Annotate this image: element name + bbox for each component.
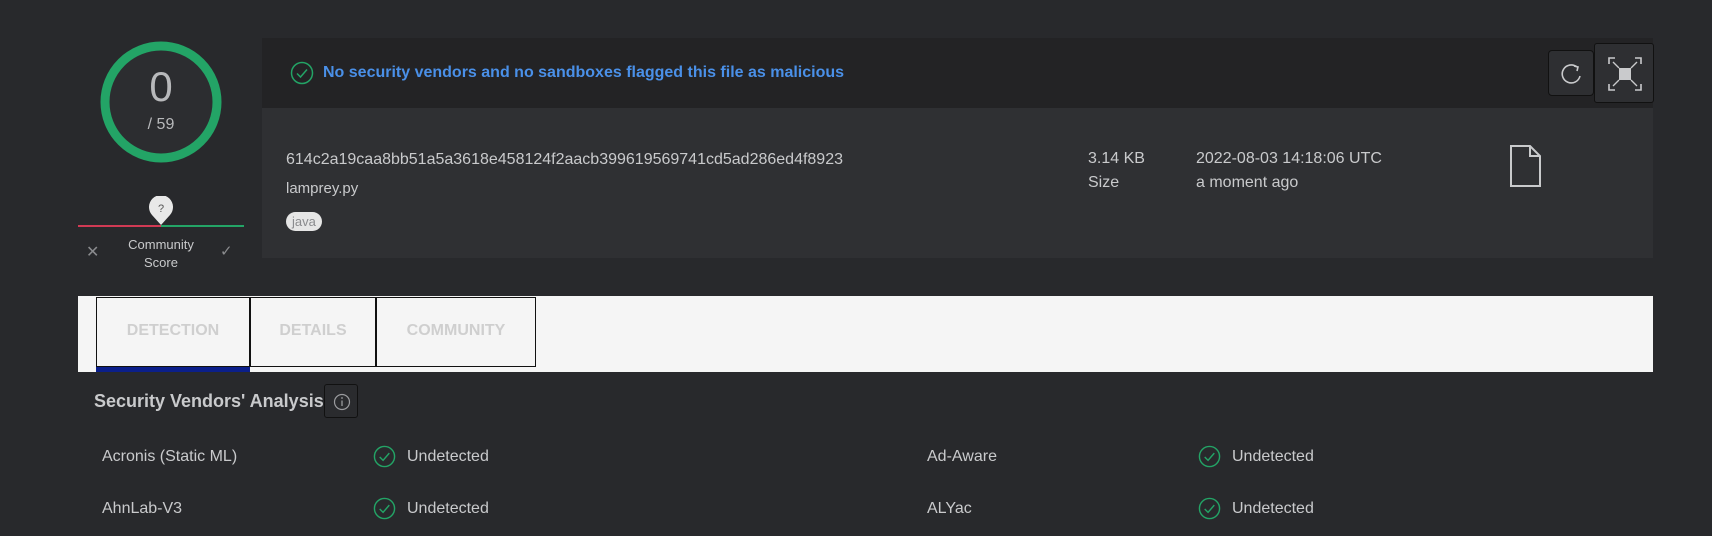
vendor-status: Undetected <box>1232 500 1314 517</box>
detection-score: 0 / 59 <box>97 38 225 166</box>
close-icon[interactable]: ✕ <box>86 242 99 262</box>
refresh-icon <box>1561 64 1581 84</box>
file-size-label: Size <box>1088 174 1120 191</box>
check-circle-icon <box>373 445 396 468</box>
info-icon <box>333 393 351 411</box>
vendor-name: Ad-Aware <box>927 448 997 465</box>
vendor-name: AhnLab-V3 <box>102 500 183 517</box>
active-tab-indicator <box>96 367 250 372</box>
check-circle-icon <box>1198 445 1221 468</box>
info-button[interactable] <box>324 384 358 418</box>
score-value: 0 <box>149 63 173 110</box>
file-tag[interactable]: java <box>286 212 322 231</box>
vendor-name: ALYac <box>927 500 972 517</box>
check-icon[interactable]: ✓ <box>220 242 233 260</box>
community-score: ? ✕ Community Score ✓ <box>78 196 244 272</box>
check-circle-icon <box>373 497 396 520</box>
summary-header: No security vendors and no sandboxes fla… <box>262 38 1654 108</box>
community-marker-icon: ? <box>149 196 173 225</box>
graph-button[interactable] <box>1594 43 1654 103</box>
score-total: / 59 <box>147 116 175 133</box>
tab-details[interactable]: DETAILS <box>250 297 376 367</box>
svg-text:?: ? <box>158 203 164 215</box>
check-circle-icon <box>1198 497 1221 520</box>
file-size: 3.14 KB <box>1088 150 1145 167</box>
community-score-label: Community Score <box>128 237 194 270</box>
reanalyze-button[interactable] <box>1548 50 1594 96</box>
tab-bar: DETECTION DETAILS COMMUNITY <box>78 296 1653 372</box>
analysis-date-relative: a moment ago <box>1196 174 1299 191</box>
graph-icon <box>1608 57 1642 91</box>
file-hash[interactable]: 614c2a19caa8bb51a5a3618e458124f2aacb3996… <box>286 151 843 169</box>
analysis-date: 2022-08-03 14:18:06 UTC <box>1196 150 1382 167</box>
file-name: lamprey.py <box>286 180 359 197</box>
vendor-name: Acronis (Static ML) <box>102 448 238 465</box>
verdict-message: No security vendors and no sandboxes fla… <box>323 64 845 81</box>
vendor-status: Undetected <box>1232 448 1314 465</box>
vendor-status: Undetected <box>407 500 489 517</box>
vendor-status: Undetected <box>407 448 489 465</box>
section-title: Security Vendors' Analysis <box>94 391 324 411</box>
tab-community[interactable]: COMMUNITY <box>376 297 536 367</box>
check-circle-icon <box>290 61 314 85</box>
file-summary: 614c2a19caa8bb51a5a3618e458124f2aacb3996… <box>262 108 1653 258</box>
tab-detection[interactable]: DETECTION <box>96 297 250 367</box>
file-icon <box>1510 145 1541 187</box>
